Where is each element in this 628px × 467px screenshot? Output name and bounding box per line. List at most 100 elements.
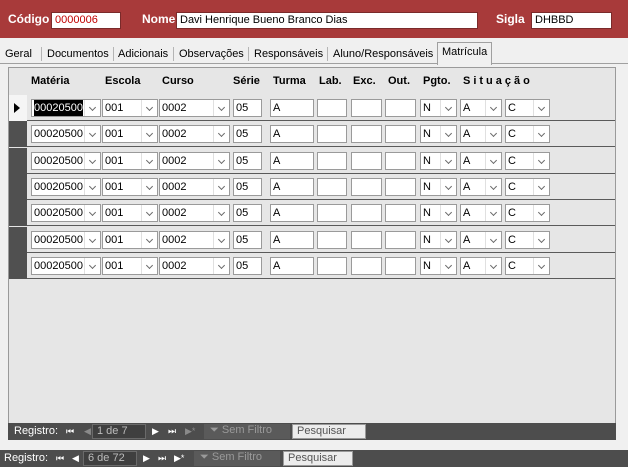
prev-record-icon[interactable]: ◀ [84, 425, 91, 438]
materia-field[interactable]: 00020500 [31, 177, 101, 196]
curso-field[interactable]: 0002 [159, 99, 230, 117]
chevron-down-icon[interactable] [440, 178, 456, 195]
new-record-icon[interactable]: ▶* [174, 452, 184, 465]
lab-field[interactable] [317, 125, 347, 144]
pgto-field[interactable]: N [420, 99, 457, 117]
situacao-status-field[interactable]: C [505, 99, 550, 117]
materia-field[interactable]: 00020500 [31, 256, 101, 275]
curso-field[interactable]: 0002 [159, 125, 230, 144]
chevron-down-icon[interactable] [213, 231, 229, 248]
chevron-down-icon[interactable] [485, 178, 501, 195]
materia-field[interactable]: 00020500 [31, 99, 101, 117]
tab-matricula[interactable]: Matrícula [437, 42, 493, 65]
exc-field[interactable] [351, 99, 382, 117]
chevron-down-icon[interactable] [533, 152, 549, 169]
turma-field[interactable]: A [270, 230, 314, 249]
situacao-status-field[interactable]: C [505, 204, 550, 223]
chevron-down-icon[interactable] [141, 126, 157, 143]
last-record-icon[interactable]: ⏭ [158, 452, 166, 465]
nome-field[interactable]: Davi Henrique Bueno Branco Dias [176, 12, 478, 29]
situacao-field[interactable]: A [460, 230, 502, 249]
chevron-down-icon[interactable] [141, 178, 157, 195]
chevron-down-icon[interactable] [141, 100, 157, 116]
tab-documentos[interactable]: Documentos [47, 46, 109, 64]
chevron-down-icon[interactable] [213, 257, 229, 274]
materia-field[interactable]: 00020500 [31, 125, 101, 144]
first-record-icon[interactable]: ⏮ [66, 425, 74, 438]
chevron-down-icon[interactable] [440, 100, 456, 116]
serie-field[interactable]: 05 [233, 256, 262, 275]
exc-field[interactable] [351, 177, 382, 196]
turma-field[interactable]: A [270, 256, 314, 275]
chevron-down-icon[interactable] [533, 126, 549, 143]
filter-button[interactable]: ⏷ Sem Filtro [194, 451, 280, 466]
first-record-icon[interactable]: ⏮ [56, 452, 64, 465]
chevron-down-icon[interactable] [141, 152, 157, 169]
serie-field[interactable]: 05 [233, 204, 262, 223]
pgto-field[interactable]: N [420, 204, 457, 223]
chevron-down-icon[interactable] [485, 100, 501, 116]
escola-field[interactable]: 001 [102, 99, 158, 117]
serie-field[interactable]: 05 [233, 230, 262, 249]
exc-field[interactable] [351, 151, 382, 170]
chevron-down-icon[interactable] [485, 257, 501, 274]
new-record-icon[interactable]: ▶* [185, 425, 195, 438]
chevron-down-icon[interactable] [213, 152, 229, 169]
chevron-down-icon[interactable] [213, 100, 229, 116]
codigo-field[interactable]: 0000006 [51, 12, 121, 29]
chevron-down-icon[interactable] [84, 231, 100, 248]
next-record-icon[interactable]: ▶ [152, 425, 159, 438]
next-record-icon[interactable]: ▶ [143, 452, 150, 465]
turma-field[interactable]: A [270, 99, 314, 117]
situacao-status-field[interactable]: C [505, 125, 550, 144]
situacao-field[interactable]: A [460, 151, 502, 170]
record-position[interactable]: 1 de 7 [92, 424, 146, 439]
out-field[interactable] [385, 256, 416, 275]
exc-field[interactable] [351, 204, 382, 223]
chevron-down-icon[interactable] [141, 231, 157, 248]
chevron-down-icon[interactable] [84, 100, 100, 116]
situacao-status-field[interactable]: C [505, 177, 550, 196]
record-selector[interactable] [9, 252, 27, 279]
lab-field[interactable] [317, 230, 347, 249]
pgto-field[interactable]: N [420, 177, 457, 196]
tab-aluno-responsaveis[interactable]: Aluno/Responsáveis [333, 46, 433, 64]
lab-field[interactable] [317, 256, 347, 275]
escola-field[interactable]: 001 [102, 256, 158, 275]
record-selector[interactable] [9, 226, 27, 253]
record-position[interactable]: 6 de 72 [83, 451, 137, 466]
situacao-status-field[interactable]: C [505, 256, 550, 275]
situacao-field[interactable]: A [460, 125, 502, 144]
turma-field[interactable]: A [270, 125, 314, 144]
chevron-down-icon[interactable] [213, 126, 229, 143]
last-record-icon[interactable]: ⏭ [168, 425, 176, 438]
chevron-down-icon[interactable] [141, 257, 157, 274]
chevron-down-icon[interactable] [533, 257, 549, 274]
chevron-down-icon[interactable] [141, 205, 157, 222]
pgto-field[interactable]: N [420, 151, 457, 170]
materia-field[interactable]: 00020500 [31, 230, 101, 249]
record-selector[interactable] [9, 121, 27, 148]
serie-field[interactable]: 05 [233, 99, 262, 117]
tab-adicionais[interactable]: Adicionais [118, 46, 168, 64]
escola-field[interactable]: 001 [102, 151, 158, 170]
sigla-field[interactable]: DHBBD [531, 12, 612, 29]
curso-field[interactable]: 0002 [159, 204, 230, 223]
turma-field[interactable]: A [270, 204, 314, 223]
escola-field[interactable]: 001 [102, 204, 158, 223]
materia-field[interactable]: 00020500 [31, 204, 101, 223]
lab-field[interactable] [317, 151, 347, 170]
out-field[interactable] [385, 177, 416, 196]
lab-field[interactable] [317, 204, 347, 223]
serie-field[interactable]: 05 [233, 125, 262, 144]
search-input[interactable]: Pesquisar [283, 451, 353, 466]
chevron-down-icon[interactable] [533, 178, 549, 195]
chevron-down-icon[interactable] [485, 152, 501, 169]
lab-field[interactable] [317, 99, 347, 117]
chevron-down-icon[interactable] [533, 205, 549, 222]
tab-geral[interactable]: Geral [5, 46, 32, 64]
record-selector[interactable] [9, 147, 27, 174]
serie-field[interactable]: 05 [233, 177, 262, 196]
chevron-down-icon[interactable] [533, 100, 549, 116]
tab-observacoes[interactable]: Observações [179, 46, 244, 64]
